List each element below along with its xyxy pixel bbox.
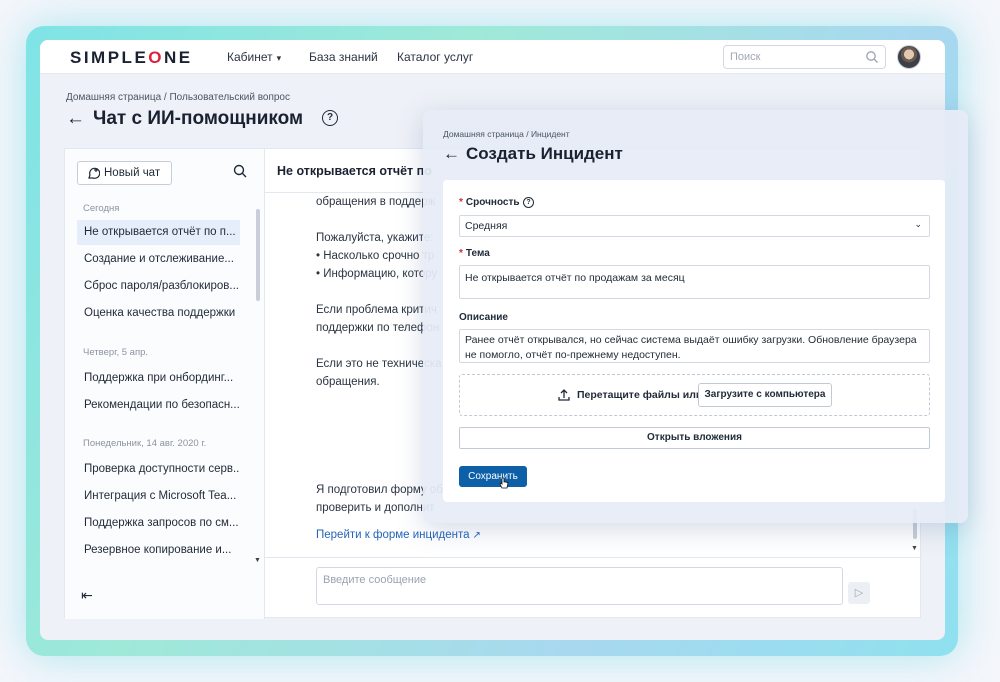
help-icon[interactable]: ? xyxy=(322,110,338,126)
group-label-thursday: Четверг, 5 апр. xyxy=(83,347,149,358)
chat-message-line: поддержки по телефон xyxy=(316,322,440,334)
collapse-sidebar-icon[interactable]: ⇤ xyxy=(81,587,93,604)
external-link-icon: ↗ xyxy=(472,530,481,541)
create-incident-panel: Домашняя страница / Инцидент ← Создать Ин… xyxy=(423,110,968,523)
chat-history-item[interactable]: Поддержка при онбординг... xyxy=(77,366,240,391)
chat-history-sidebar: Новый чат Сегодня Не открывается отчёт п… xyxy=(65,149,265,619)
chevron-down-icon: ▾ xyxy=(276,53,282,63)
chat-history-item[interactable]: Рекомендации по безопасн... xyxy=(77,393,240,418)
chat-message-line: обращения. xyxy=(316,376,380,388)
message-input[interactable]: Введите сообщение xyxy=(316,567,843,605)
incident-form-link[interactable]: Перейти к форме инцидента ↗ xyxy=(316,529,481,541)
chat-history-item[interactable]: Оценка качества поддержки xyxy=(77,301,240,326)
help-icon[interactable]: ? xyxy=(523,197,534,208)
group-label-monday: Понедельник, 14 авг. 2020 г. xyxy=(83,438,207,449)
chat-history-item[interactable]: Проверка доступности серв... xyxy=(77,457,240,482)
sidebar-scrollbar[interactable] xyxy=(256,209,260,301)
chat-message-line: Пожалуйста, укажите: xyxy=(316,232,434,244)
nav-knowledge-base[interactable]: База знаний xyxy=(309,50,378,64)
search-icon[interactable] xyxy=(233,164,247,178)
breadcrumb: Домашняя страница / Инцидент xyxy=(443,129,570,139)
chat-message-line: • Насколько срочно тр xyxy=(316,250,435,262)
chat-history-item[interactable]: Поддержка запросов по см... xyxy=(77,511,240,536)
open-attachments-button[interactable]: Открыть вложения xyxy=(459,427,930,449)
top-navbar: SIMPLEONE Кабинет ▾ База знаний Каталог у… xyxy=(40,40,945,74)
send-button[interactable]: ▷ xyxy=(848,582,870,604)
description-field[interactable]: Ранее отчёт открывался, но сейчас систем… xyxy=(459,329,930,363)
description-label: Описание xyxy=(459,312,508,323)
chat-history-item[interactable]: Резервное копирование и... xyxy=(77,538,240,563)
topic-field[interactable]: Не открывается отчёт по продажам за меся… xyxy=(459,265,930,299)
new-chat-button[interactable]: Новый чат xyxy=(77,161,172,185)
page-title: ← Чат с ИИ-помощником xyxy=(66,108,304,129)
save-button[interactable]: Сохранить xyxy=(459,466,527,487)
new-chat-icon xyxy=(88,167,100,179)
urgency-select[interactable]: Средняя ⌄ xyxy=(459,215,930,237)
topic-label: * Тема xyxy=(459,248,490,259)
urgency-label: * Срочность xyxy=(459,197,520,208)
breadcrumb: Домашняя страница / Пользовательский воп… xyxy=(66,92,290,103)
scroll-down-icon[interactable]: ▼ xyxy=(911,545,918,552)
back-arrow-icon[interactable]: ← xyxy=(443,144,460,163)
chat-message-line: • Информацию, котору xyxy=(316,268,438,280)
back-arrow-icon[interactable]: ← xyxy=(66,108,85,129)
incident-title: ← Создать Инцидент xyxy=(443,144,623,163)
nav-service-catalog[interactable]: Каталог услуг xyxy=(397,50,473,64)
chat-message-line: проверить и дополнит xyxy=(316,502,435,514)
chat-history-item[interactable]: Сброс пароля/разблокиров... xyxy=(77,274,240,299)
file-dropzone[interactable]: Перетащите файлы или Загрузите с компьют… xyxy=(459,374,930,416)
search-input[interactable]: Поиск xyxy=(723,45,886,69)
send-icon: ▷ xyxy=(854,587,864,599)
hand-cursor-icon xyxy=(499,477,509,489)
chat-message-line: Если проблема критич xyxy=(316,304,437,316)
user-avatar[interactable] xyxy=(897,45,921,69)
upload-from-computer-button[interactable]: Загрузите с компьютера xyxy=(698,383,832,407)
simpleone-logo[interactable]: SIMPLEONE xyxy=(70,48,193,68)
incident-form: * Срочность ? Средняя ⌄ * Тема Не открывает… xyxy=(443,180,945,502)
chat-history-item[interactable]: Не открывается отчёт по п... xyxy=(77,220,240,245)
group-label-today: Сегодня xyxy=(83,203,120,214)
chat-history-item[interactable]: Создание и отслеживание... xyxy=(77,247,240,272)
scroll-down-icon[interactable]: ▼ xyxy=(254,557,261,564)
chat-message-line: обращения в поддерж xyxy=(316,196,436,208)
nav-cabinet[interactable]: Кабинет ▾ xyxy=(227,50,281,64)
search-icon xyxy=(866,51,878,63)
upload-icon xyxy=(558,389,570,401)
chevron-down-icon: ⌄ xyxy=(914,219,922,229)
chat-history-item[interactable]: Интеграция с Microsoft Tea... xyxy=(77,484,240,509)
